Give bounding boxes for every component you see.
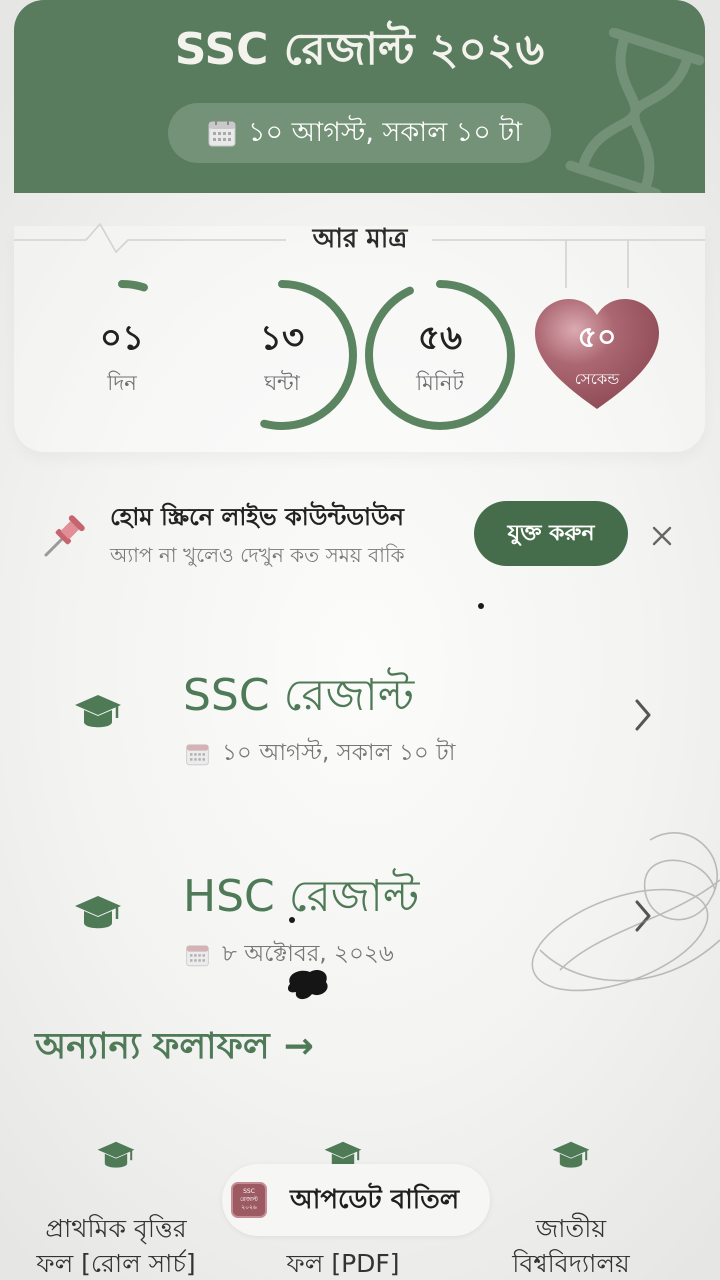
app-icon: SSC রেজাল্ট ২০২৬ (231, 1182, 267, 1218)
other-result-label-line: প্রাথমিক বৃত্তির (45, 1214, 187, 1243)
other-results-link[interactable]: অন্যান্য ফলাফল → (35, 1024, 314, 1070)
days-label: দিন (107, 371, 137, 395)
pushpin-icon (44, 515, 85, 557)
decorative-scribble (531, 832, 720, 992)
hours-label: ঘন্টা (264, 371, 300, 395)
calendar-icon (186, 945, 209, 967)
date-pill: ১০ আগস্ট, সকাল ১০ টা (168, 103, 551, 163)
days-value: ০১ (99, 318, 145, 358)
result-title: SSC রেজাল্ট (183, 670, 415, 721)
calendar-icon (186, 744, 209, 766)
graduation-cap-icon (552, 1141, 590, 1168)
countdown-minutes: ৫৬ মিনিট (365, 280, 515, 430)
ink-dot-decoration (289, 917, 295, 923)
countdown-days: ০১ দিন (47, 280, 197, 430)
graduation-cap-icon (75, 896, 121, 929)
chevron-right-icon (635, 699, 651, 731)
add-widget-button[interactable]: যুক্ত করুন (474, 501, 628, 566)
other-result-item-primary-scholarship[interactable]: প্রাথমিক বৃত্তির ফল [রোল সার্চ] (6, 1135, 226, 1278)
header-card: SSC রেজাল্ট ২০২৬ ১০ আগস্ট, সকাল ১০ টা (14, 0, 705, 193)
minutes-value: ৫৬ (417, 318, 463, 358)
result-row-ssc[interactable]: SSC রেজাল্ট ১০ আগস্ট, সকাল ১০ টা (0, 630, 720, 800)
other-result-item-national-university[interactable]: জাতীয় বিশ্ববিদ্যালয় (461, 1135, 681, 1278)
other-result-label-line: ফল [PDF] (286, 1249, 400, 1278)
graduation-cap-icon (75, 695, 121, 728)
banner-subtitle: অ্যাপ না খুলেও দেখুন কত সময় বাকি (110, 543, 405, 567)
ink-blob-decoration (288, 970, 328, 1000)
seconds-label: সেকেন্ড (574, 370, 620, 388)
toast-notification: SSC রেজাল্ট ২০২৬ আপডেট বাতিল (222, 1164, 490, 1236)
minutes-label: মিনিট (416, 371, 464, 395)
date-pill-text: ১০ আগস্ট, সকাল ১০ টা (248, 117, 522, 148)
banner-title: হোম স্ক্রিনে লাইভ কাউন্টডাউন (110, 503, 404, 531)
page-title: SSC রেজাল্ট ২০২৬ (174, 24, 545, 75)
result-title: HSC রেজাল্ট (183, 871, 420, 922)
result-date: ১০ আগস্ট, সকাল ১০ টা (222, 740, 456, 766)
arrow-right-icon: → (283, 1026, 314, 1067)
hours-value: ১৩ (259, 318, 305, 358)
app-icon-text: ২০২৬ (241, 1204, 257, 1211)
other-result-label-line: ফল [রোল সার্চ] (36, 1249, 196, 1278)
live-countdown-banner: হোম স্ক্রিনে লাইভ কাউন্টডাউন অ্যাপ না খু… (0, 495, 720, 585)
countdown-hours: ১৩ ঘন্টা (207, 280, 357, 430)
ink-dot-decoration (478, 603, 484, 609)
countdown-heading: আর মাত্র (312, 224, 408, 254)
seconds-value: ৫০ (577, 320, 617, 355)
app-icon-text: SSC (243, 1188, 255, 1195)
calendar-icon (208, 119, 236, 147)
graduation-cap-icon (97, 1141, 135, 1168)
close-icon[interactable] (647, 521, 677, 551)
toast-message: আপডেট বাতিল (290, 1185, 460, 1215)
result-date: ৮ অক্টোবর, ২০২৬ (222, 941, 394, 967)
app-icon-text: রেজাল্ট (240, 1196, 258, 1203)
other-results-heading: অন্যান্য ফলাফল (35, 1026, 270, 1067)
other-result-label-line: বিশ্ববিদ্যালয় (512, 1249, 630, 1278)
countdown-seconds: ৫০ সেকেন্ড (533, 297, 661, 413)
other-result-label-line: জাতীয় (535, 1214, 607, 1243)
